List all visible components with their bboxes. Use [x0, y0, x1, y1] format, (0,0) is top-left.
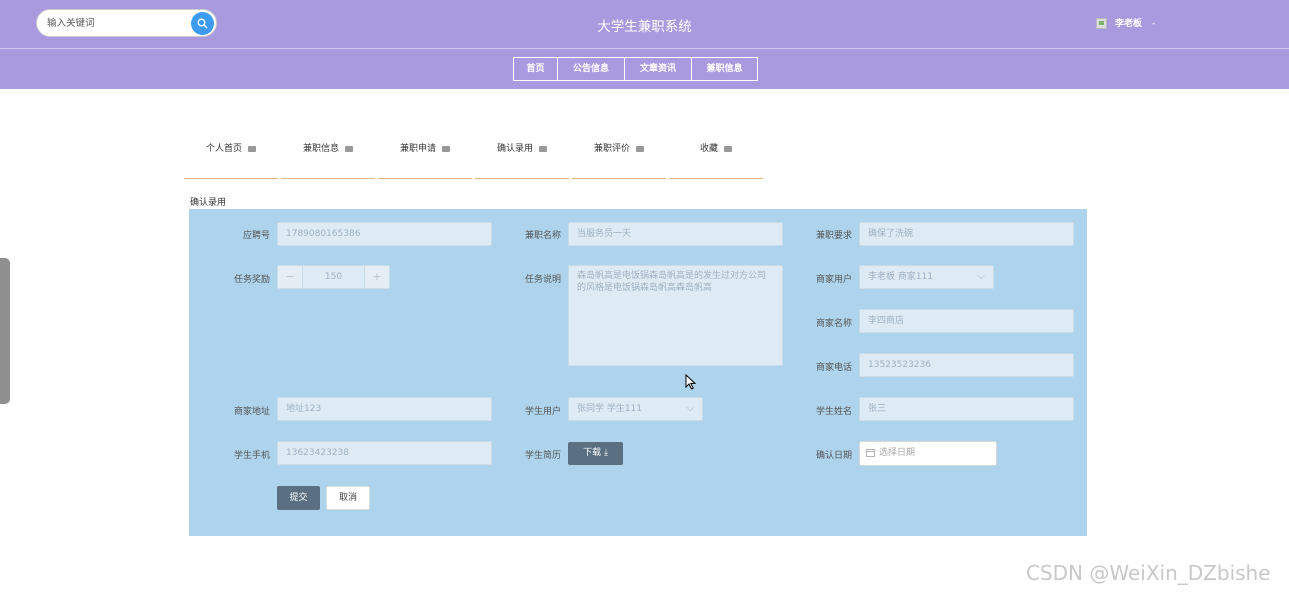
student-name-label: 学生姓名 [815, 407, 852, 417]
student-user-select: 张同学 学生111 ⌵ [568, 397, 703, 421]
nav-home[interactable]: 首页 [513, 57, 558, 81]
job-name-field: 当服务员一天 [568, 222, 783, 246]
student-name-field: 张三 [859, 397, 1074, 421]
application-no-field: 1789080165386 [277, 222, 492, 246]
reward-value: 150 [324, 272, 343, 282]
mouse-cursor-icon [685, 374, 696, 390]
student-user-label: 学生用户 [524, 407, 561, 417]
avatar [1096, 18, 1107, 29]
minus-icon: − [278, 266, 303, 288]
nav-articles[interactable]: 文章资讯 [624, 57, 692, 81]
top-nav: 首页 公告信息 文章资讯 兼职信息 [513, 57, 758, 81]
chevron-down-icon: - [1152, 19, 1156, 29]
calendar-icon [866, 449, 875, 457]
home-icon [248, 145, 256, 152]
merchant-phone-label: 商家电话 [815, 363, 852, 373]
job-req-field: 确保了洗碗 [859, 222, 1074, 246]
plus-icon: + [364, 266, 389, 288]
tab-favorites[interactable]: 收藏 [669, 134, 763, 179]
top-header: 大学生兼职系统 李老板- 首页 公告信息 文章资讯 兼职信息 [0, 0, 1289, 89]
confirm-date-label: 确认日期 [815, 451, 852, 461]
chevron-down-icon: ⌵ [977, 271, 985, 282]
tab-applications[interactable]: 兼职申请 [378, 134, 472, 179]
tab-label: 兼职申请 [399, 144, 436, 154]
merchant-name-label: 商家名称 [815, 319, 852, 329]
tab-profile[interactable]: 个人首页 [184, 134, 278, 179]
reward-stepper: − 150 + [277, 265, 390, 289]
merchant-user-value: 李老板 商家111 [868, 272, 934, 282]
merchant-addr-label: 商家地址 [233, 407, 270, 417]
tab-reviews[interactable]: 兼职评价 [572, 134, 666, 179]
student-phone-field: 13623423238 [277, 441, 492, 465]
download-resume-button[interactable]: 下载 ⤓ [568, 442, 623, 465]
student-phone-label: 学生手机 [233, 451, 270, 461]
tab-label: 个人首页 [205, 144, 242, 154]
watermark: CSDN @WeiXin_DZbishe [1026, 561, 1271, 585]
merchant-user-select: 李老板 商家111 ⌵ [859, 265, 994, 289]
student-user-value: 张同学 学生111 [577, 404, 643, 414]
home-icon [724, 145, 732, 152]
submit-button[interactable]: 提交 [277, 486, 320, 510]
application-no-label: 应聘号 [242, 231, 270, 241]
side-drawer-handle[interactable] [0, 258, 10, 404]
tab-label: 确认录用 [496, 144, 533, 154]
home-icon [539, 145, 547, 152]
home-icon [345, 145, 353, 152]
nav-jobs[interactable]: 兼职信息 [691, 57, 758, 81]
hire-confirm-form: 应聘号 1789080165386 兼职名称 当服务员一天 兼职要求 确保了洗碗… [189, 209, 1087, 536]
header-divider [0, 48, 1289, 49]
tab-label: 收藏 [699, 144, 718, 154]
job-name-label: 兼职名称 [524, 231, 561, 241]
tab-hire-confirm[interactable]: 确认录用 [475, 134, 569, 179]
date-placeholder: 选择日期 [879, 448, 916, 458]
section-title: 确认录用 [190, 198, 227, 208]
job-req-label: 兼职要求 [815, 231, 852, 241]
user-menu[interactable]: 李老板 - [1096, 16, 1155, 30]
task-desc-label: 任务说明 [524, 275, 561, 285]
chevron-down-icon: ⌵ [686, 403, 694, 414]
cancel-button[interactable]: 取消 [326, 486, 370, 510]
tab-label: 兼职信息 [302, 144, 339, 154]
username: 李老板 [1115, 19, 1143, 29]
nav-notices[interactable]: 公告信息 [557, 57, 625, 81]
merchant-user-label: 商家用户 [815, 275, 852, 285]
merchant-name-field: 李四商店 [859, 309, 1074, 333]
home-icon [636, 145, 644, 152]
home-icon [442, 145, 450, 152]
confirm-date-picker[interactable]: 选择日期 [859, 441, 997, 466]
task-desc-textarea: 森岛帆高是电饭锅森岛帆高是的发生过对方公司的风格是电饭锅森岛帆高森岛帆高 [568, 265, 783, 366]
reward-label: 任务奖励 [233, 275, 270, 285]
tab-label: 兼职评价 [593, 144, 630, 154]
tab-jobs[interactable]: 兼职信息 [281, 134, 375, 179]
profile-tabs: 个人首页 兼职信息 兼职申请 确认录用 兼职评价 收藏 [184, 134, 766, 179]
merchant-addr-field: 地址123 [277, 397, 492, 421]
merchant-phone-field: 13523523236 [859, 353, 1074, 377]
resume-label: 学生简历 [524, 451, 561, 461]
